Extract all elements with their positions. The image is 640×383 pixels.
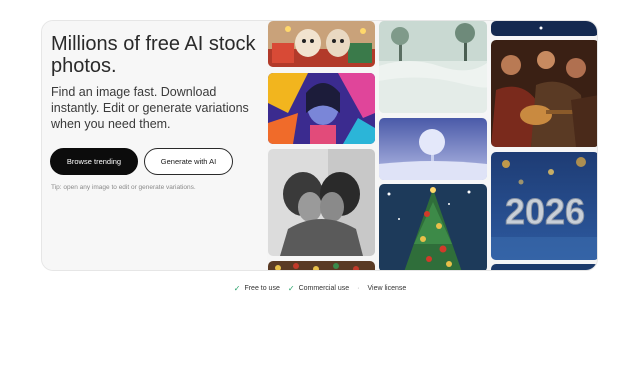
winter-tree-photo[interactable] bbox=[379, 118, 487, 180]
hero-subtitle: Find an image fast. Download instantly. … bbox=[51, 85, 249, 131]
snowy-field-photo[interactable] bbox=[379, 21, 487, 113]
commercial-use-label: Commercial use bbox=[298, 285, 350, 292]
blue-strip-photo[interactable] bbox=[491, 264, 597, 270]
view-license-link[interactable]: View license bbox=[367, 285, 406, 292]
separator-dot: · bbox=[357, 285, 360, 292]
hero-title: Millions of free AI stock photos. bbox=[51, 33, 256, 77]
black-white-couple-photo[interactable] bbox=[268, 149, 375, 256]
commercial-use-badge: ✓ Commercial use bbox=[288, 284, 349, 293]
new-year-2026-photo[interactable]: 2026 bbox=[491, 152, 597, 260]
night-sky-photo[interactable] bbox=[491, 21, 597, 36]
browse-trending-button[interactable]: Browse trending bbox=[50, 148, 138, 175]
hero-text-panel: Millions of free AI stock photos. Find a… bbox=[42, 21, 267, 270]
musicians-painting-photo[interactable] bbox=[491, 40, 597, 147]
colorful-portrait-photo[interactable] bbox=[268, 73, 375, 144]
generate-with-ai-button[interactable]: Generate with AI bbox=[144, 148, 233, 175]
check-icon: ✓ bbox=[233, 284, 241, 293]
image-gallery: 2026 bbox=[267, 21, 597, 270]
footer-bar: ✓ Free to use ✓ Commercial use · View li… bbox=[0, 284, 640, 293]
puppy-kitten-photo[interactable] bbox=[268, 21, 375, 67]
christmas-lights-photo[interactable] bbox=[268, 261, 375, 270]
christmas-tree-photo[interactable] bbox=[379, 184, 487, 270]
free-to-use-label: Free to use bbox=[244, 285, 280, 292]
year-text: 2026 bbox=[505, 191, 585, 232]
hero-tip: Tip: open any image to edit or generate … bbox=[51, 184, 196, 191]
free-to-use-badge: ✓ Free to use bbox=[234, 284, 280, 293]
hero-card: Millions of free AI stock photos. Find a… bbox=[41, 20, 598, 271]
check-icon: ✓ bbox=[287, 284, 295, 293]
